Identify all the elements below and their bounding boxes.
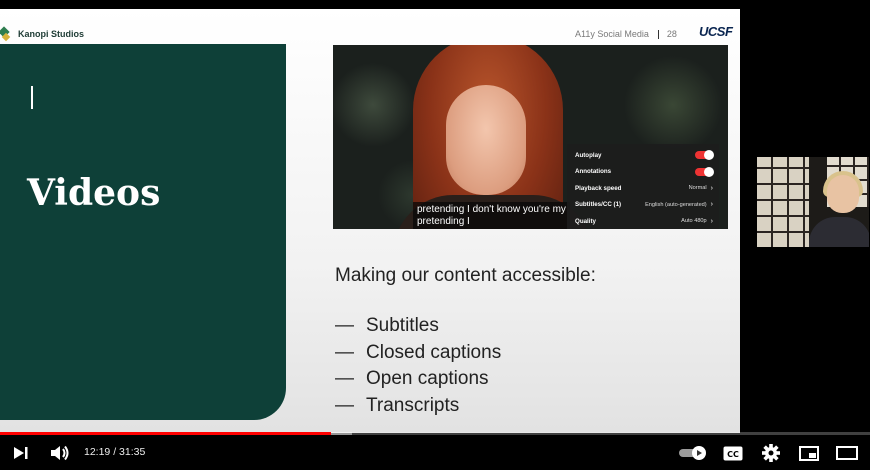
volume-button[interactable]	[48, 444, 72, 462]
autoplay-toggle[interactable]	[679, 445, 709, 461]
toggle-icon	[695, 150, 714, 161]
bullet-dash: —	[335, 341, 354, 363]
accent-bar	[31, 86, 33, 109]
brand: Kanopi Studios	[0, 26, 84, 42]
cc-label: CC	[727, 450, 739, 459]
presenter-head	[827, 175, 859, 213]
volume-icon	[51, 445, 69, 461]
chevron-right-icon: ›	[710, 201, 713, 209]
list-item: — Open captions	[335, 368, 501, 395]
menu-row-subtitles: Subtitles/CC (1) English (auto-generated…	[567, 197, 719, 214]
miniplayer-button[interactable]	[798, 445, 820, 461]
list-item: — Closed captions	[335, 342, 501, 369]
caption-line-2: pretending I	[417, 216, 470, 227]
bullet-list: — Subtitles — Closed captions — Open captio…	[335, 315, 501, 421]
time-display: 12:19 / 31:35	[84, 446, 146, 458]
settings-menu: Autoplay Annotations Playback speed Norm…	[567, 144, 719, 229]
subtitles-button[interactable]: CC	[723, 445, 743, 461]
menu-value: Normal	[688, 185, 707, 192]
presenter-body	[809, 217, 869, 247]
slide-header-text: A11y Social Media	[575, 29, 649, 39]
menu-value: Auto 480p	[681, 218, 707, 225]
bullet-text: Closed captions	[366, 341, 502, 363]
miniplayer-icon	[799, 445, 819, 461]
theater-mode-icon	[836, 446, 858, 460]
webcam-background	[757, 157, 809, 247]
menu-label: Quality	[575, 217, 596, 225]
brand-name: Kanopi Studios	[18, 29, 84, 39]
bullet-dash: —	[335, 394, 354, 416]
menu-label: Annotations	[575, 168, 612, 176]
next-icon	[14, 447, 28, 459]
bullet-dash: —	[335, 315, 354, 336]
chevron-right-icon: ›	[710, 217, 713, 225]
bullet-text: Subtitles	[366, 315, 439, 336]
kanopi-logo-icon	[0, 26, 12, 42]
slide-heading: Making our content accessible:	[335, 265, 596, 286]
video-screenshot: pretending I don't know you're my preten…	[333, 45, 728, 229]
menu-row-quality: Quality Auto 480p ›	[567, 213, 719, 229]
autoplay-toggle-icon	[679, 446, 706, 460]
chevron-right-icon: ›	[710, 184, 713, 192]
title-panel	[0, 44, 286, 420]
settings-button[interactable]	[761, 443, 781, 463]
played-bar	[0, 432, 331, 435]
menu-label: Subtitles/CC (1)	[575, 201, 622, 209]
progress-bar[interactable]	[0, 432, 870, 435]
menu-row-autoplay: Autoplay	[567, 147, 719, 164]
caption-line-1: pretending I don't know you're my	[417, 204, 566, 215]
bullet-text: Transcripts	[366, 394, 460, 416]
bullet-text: Open captions	[366, 368, 489, 389]
person-face	[446, 85, 526, 195]
menu-value: English (auto-generated)	[645, 201, 707, 208]
menu-label: Autoplay	[575, 151, 602, 159]
theater-mode-button[interactable]	[836, 445, 858, 461]
ucsf-logo: UCSF	[699, 24, 733, 39]
subtitles-icon: CC	[723, 446, 743, 460]
list-item: — Subtitles	[335, 315, 501, 342]
slide-title: Videos	[27, 172, 161, 214]
bullet-dash: —	[335, 368, 354, 389]
list-item: — Transcripts	[335, 395, 501, 422]
player-controls: 12:19 / 31:35 CC	[0, 437, 870, 470]
gear-icon	[762, 444, 780, 462]
menu-label: Playback speed	[575, 184, 622, 192]
slide: Kanopi Studios A11y Social Media 28 UCSF…	[0, 9, 740, 433]
video-caption: pretending I don't know you're my preten…	[413, 202, 570, 229]
slide-page-number: 28	[666, 29, 677, 39]
toggle-icon	[695, 166, 714, 177]
next-button[interactable]	[10, 445, 32, 461]
slide-header: A11y Social Media 28	[575, 29, 677, 39]
menu-row-annotations: Annotations	[567, 164, 719, 181]
menu-row-playback-speed: Playback speed Normal ›	[567, 180, 719, 197]
presenter-webcam	[757, 157, 869, 247]
header-separator	[657, 29, 659, 39]
